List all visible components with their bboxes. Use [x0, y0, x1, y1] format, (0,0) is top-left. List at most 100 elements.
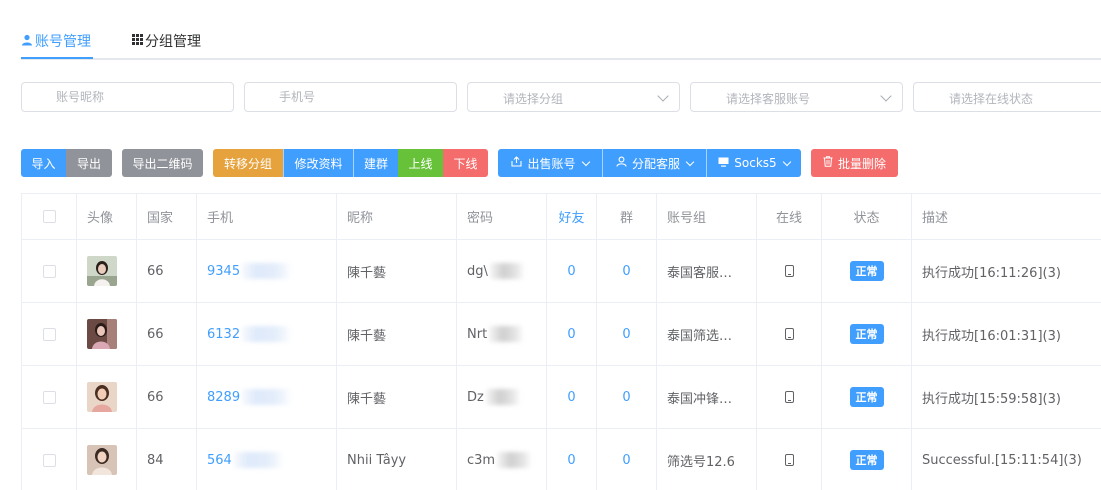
col-avatar: 头像: [77, 194, 137, 239]
mobile-icon: [784, 328, 794, 340]
select-all-checkbox[interactable]: [42, 210, 56, 223]
sell-account-label: 出售账号: [527, 156, 576, 171]
row-checkbox[interactable]: [42, 390, 56, 404]
service-account-select[interactable]: 请选择客服账号: [690, 82, 903, 112]
account-group-cell: 泰国冲锋…: [657, 366, 757, 428]
redacted-blur: [497, 452, 532, 468]
status-cell: 正常: [822, 303, 912, 365]
phone-input[interactable]: [244, 82, 457, 112]
country-cell: 66: [137, 366, 197, 428]
groups-count[interactable]: 0: [597, 366, 657, 428]
status-badge: 正常: [849, 261, 884, 281]
groups-count[interactable]: 0: [597, 303, 657, 365]
status-cell: 正常: [822, 240, 912, 302]
online-select-placeholder: 请选择在线状态: [949, 92, 1034, 106]
table-row: 66 8289 陳千藝 Dz 0 0 泰国冲锋… 正常 执行成功[15:59:5…: [21, 366, 1101, 429]
status-badge: 正常: [849, 387, 884, 407]
import-button[interactable]: 导入: [21, 149, 66, 177]
filter-bar: 请选择分组 请选择客服账号 请选择在线状态: [21, 82, 1101, 112]
redacted-blur: [242, 326, 291, 342]
status-cell: 正常: [822, 366, 912, 428]
phone-link[interactable]: 6132: [207, 327, 240, 342]
tab-label: 分组管理: [145, 34, 201, 50]
online-cell: [757, 303, 822, 365]
assign-service-dropdown[interactable]: 分配客服: [602, 149, 706, 177]
status-cell: 正常: [822, 429, 912, 490]
avatar-cell: [77, 429, 137, 490]
country-cell: 84: [137, 429, 197, 490]
account-group-cell: 泰国客服…: [657, 240, 757, 302]
friends-count[interactable]: 0: [547, 303, 597, 365]
batch-delete-button[interactable]: 批量删除: [811, 149, 898, 177]
tab-group-management[interactable]: 分组管理: [132, 31, 201, 51]
row-select-cell: [21, 303, 77, 365]
groups-count[interactable]: 0: [597, 240, 657, 302]
tab-account-management[interactable]: 账号管理: [21, 31, 91, 51]
phone-link[interactable]: 9345: [207, 264, 240, 279]
phone-link[interactable]: 8289: [207, 390, 240, 405]
group-select-placeholder: 请选择分组: [503, 92, 564, 106]
export-qr-button[interactable]: 导出二维码: [122, 149, 203, 177]
account-group-cell: 泰国筛选…: [657, 303, 757, 365]
col-groups: 群: [597, 194, 657, 239]
redacted-blur: [485, 389, 520, 405]
row-checkbox[interactable]: [42, 264, 56, 278]
friends-count[interactable]: 0: [547, 240, 597, 302]
export-button[interactable]: 导出: [66, 149, 112, 177]
nickname-cell: 陳千藝: [337, 240, 457, 302]
description-cell: 执行成功[16:11:26](3): [922, 265, 1061, 281]
phone-cell: 8289: [197, 366, 337, 428]
avatar: [87, 445, 117, 475]
avatar: [87, 319, 117, 349]
password-text: Dz: [467, 389, 484, 405]
edit-profile-button[interactable]: 修改资料: [283, 149, 353, 177]
monitor-icon: [718, 157, 729, 170]
col-password: 密码: [457, 194, 547, 239]
chevron-down-icon: [880, 90, 892, 102]
create-group-button[interactable]: 建群: [353, 149, 398, 177]
groups-count[interactable]: 0: [597, 429, 657, 490]
col-country: 国家: [137, 194, 197, 239]
toolbar: 导入 导出 导出二维码 转移分组 修改资料 建群 上线 下线 出售账号 分配客服…: [21, 149, 1101, 177]
avatar-cell: [77, 366, 137, 428]
col-description: 描述: [922, 211, 949, 226]
group-select[interactable]: 请选择分组: [467, 82, 680, 112]
row-checkbox[interactable]: [42, 327, 56, 341]
mobile-icon: [784, 454, 794, 466]
select-all-cell: [21, 194, 77, 239]
col-status: 状态: [822, 194, 912, 239]
user-icon: [21, 34, 33, 49]
password-text: Nrt: [467, 326, 488, 342]
batch-delete-label: 批量删除: [837, 156, 886, 171]
online-button[interactable]: 上线: [398, 149, 443, 177]
tab-bar: 账号管理 分组管理: [21, 0, 1101, 60]
sell-account-dropdown[interactable]: 出售账号: [498, 149, 602, 177]
nickname-input[interactable]: [21, 82, 234, 112]
tab-label: 账号管理: [35, 34, 91, 50]
assign-service-label: 分配客服: [631, 156, 680, 171]
phone-link[interactable]: 564: [207, 453, 232, 468]
share-icon: [511, 156, 523, 170]
row-select-cell: [21, 366, 77, 428]
nickname-cell: 陳千藝: [337, 303, 457, 365]
redacted-blur: [233, 452, 282, 468]
redacted-blur: [489, 326, 524, 342]
country-cell: 66: [137, 303, 197, 365]
redacted-blur: [242, 263, 291, 279]
chevron-down-icon: [581, 157, 590, 166]
move-group-button[interactable]: 转移分组: [213, 149, 283, 177]
online-status-select[interactable]: 请选择在线状态: [913, 82, 1101, 112]
friends-count[interactable]: 0: [547, 366, 597, 428]
col-nickname: 昵称: [337, 194, 457, 239]
nickname-cell: Nhii Tâyy: [337, 429, 457, 490]
friends-count[interactable]: 0: [547, 429, 597, 490]
col-friends[interactable]: 好友: [547, 194, 597, 239]
online-cell: [757, 429, 822, 490]
password-text: c3m: [467, 452, 496, 468]
chevron-down-icon: [657, 90, 669, 102]
socks5-dropdown[interactable]: Socks5: [706, 149, 801, 177]
offline-button[interactable]: 下线: [443, 149, 488, 177]
row-checkbox[interactable]: [42, 453, 56, 467]
description-cell: 执行成功[16:01:31](3): [922, 328, 1061, 344]
nickname-cell: 陳千藝: [337, 366, 457, 428]
